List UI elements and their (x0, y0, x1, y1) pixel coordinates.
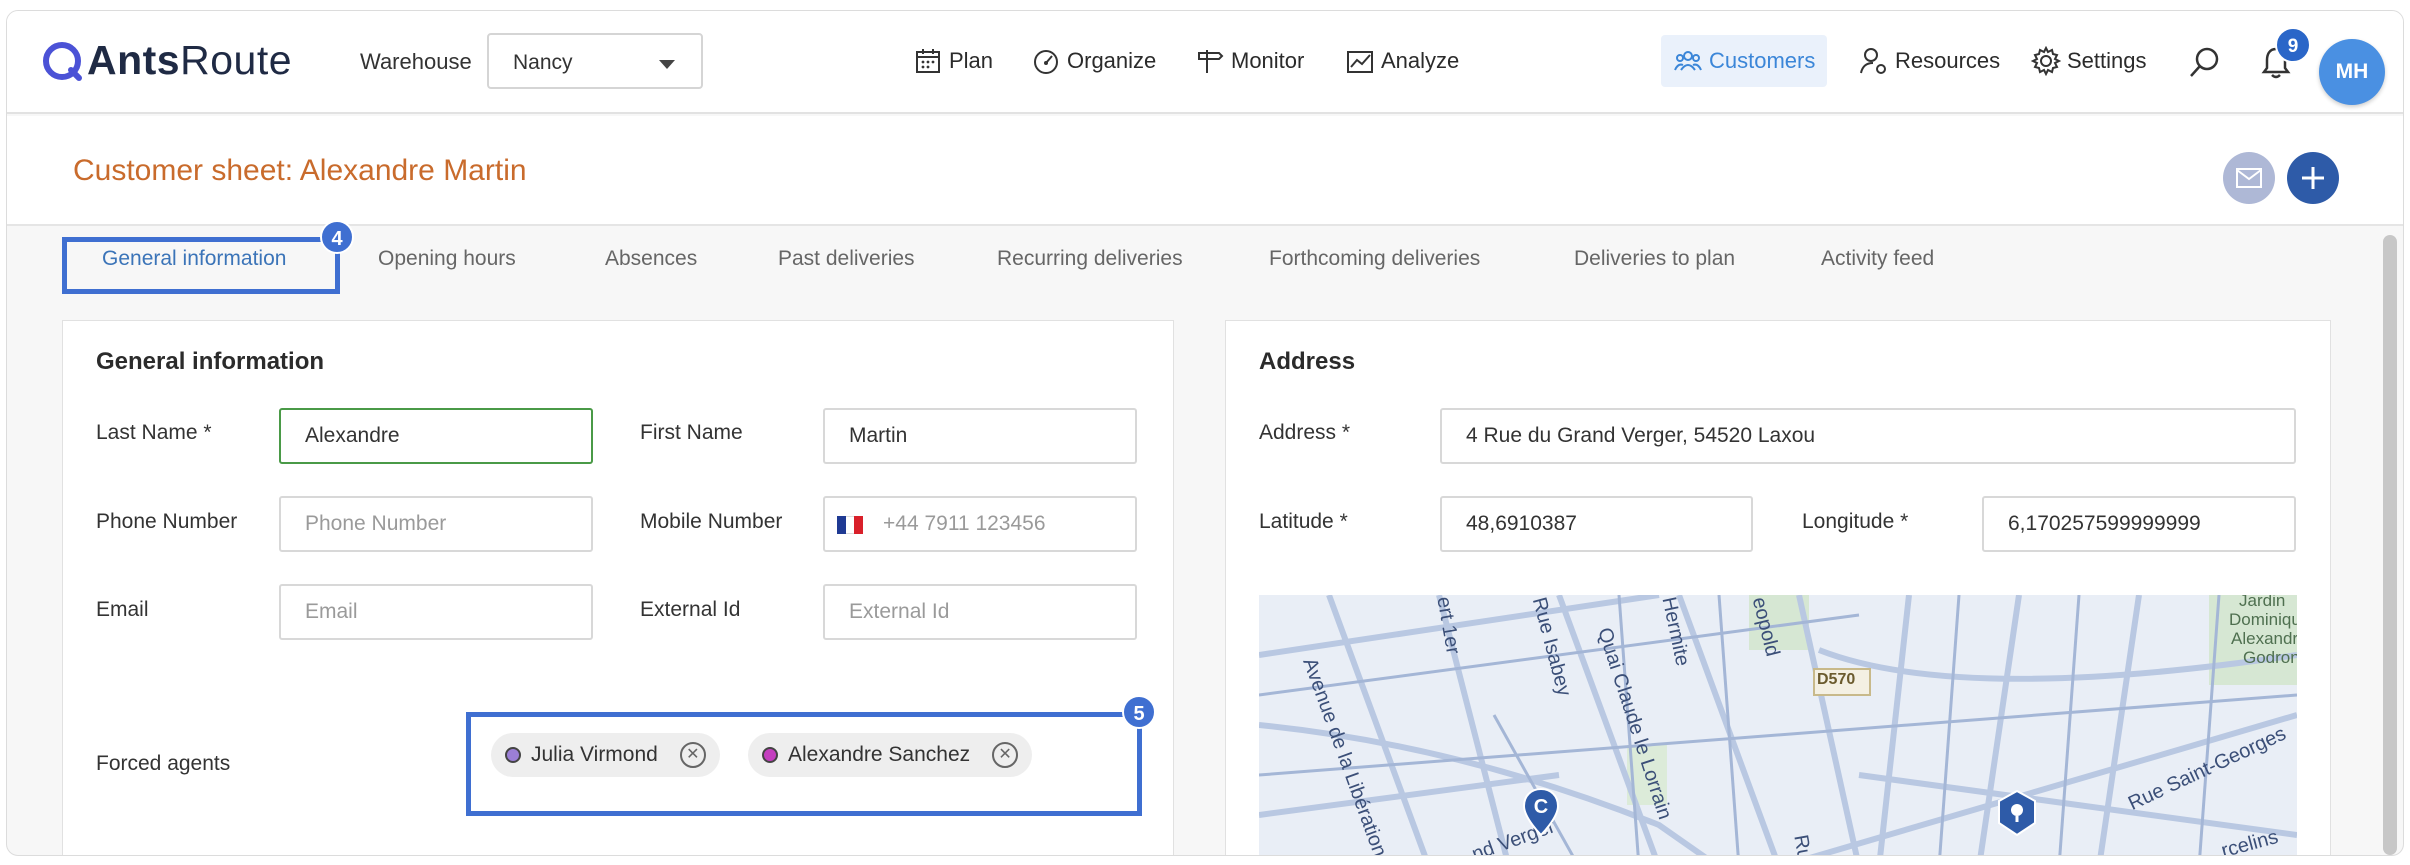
nav-organize-label: Organize (1067, 48, 1157, 73)
mobile-number-label: Mobile Number (640, 510, 783, 533)
user-gear-icon (1860, 48, 1886, 74)
add-button[interactable] (2287, 152, 2339, 204)
map-label: Godron (2243, 648, 2297, 667)
address-title: Address (1259, 348, 1356, 375)
nav-plan[interactable]: Plan (913, 41, 993, 81)
last-name-label: Last Name * (96, 421, 212, 444)
warehouse-value: Nancy (513, 51, 573, 74)
tab-highlight-box (62, 237, 340, 294)
france-flag-icon (837, 516, 864, 534)
app-window: AntsRoute Warehouse Nancy Plan Organize … (6, 10, 2404, 856)
general-information-title: General information (96, 348, 325, 375)
phone-number-field[interactable]: Phone Number (279, 496, 593, 552)
nav-analyze[interactable]: Analyze (1345, 41, 1459, 81)
top-navbar: AntsRoute Warehouse Nancy Plan Organize … (7, 11, 2403, 114)
agents-step-badge: 5 (1122, 695, 1156, 729)
tab-past-deliveries[interactable]: Past deliveries (778, 247, 915, 271)
longitude-label: Longitude * (1802, 510, 1909, 533)
map-label: Jardin (2239, 595, 2286, 610)
first-name-label: First Name (640, 421, 743, 444)
tab-step-badge: 4 (320, 220, 354, 254)
address-map[interactable]: Avenue de la Libération ert 1er Rue Isab… (1259, 595, 2297, 855)
nav-analyze-label: Analyze (1381, 48, 1460, 73)
nav-organize[interactable]: Organize (1031, 41, 1156, 81)
tab-forthcoming-deliveries[interactable]: Forthcoming deliveries (1269, 247, 1480, 271)
logo-text: AntsRoute (87, 37, 293, 83)
nav-plan-label: Plan (949, 48, 994, 73)
calendar-icon (916, 49, 940, 73)
nav-customers-label: Customers (1709, 48, 1816, 73)
warehouse-label: Warehouse (360, 49, 472, 74)
signpost-icon (1198, 50, 1224, 73)
first-name-field[interactable]: Martin (823, 408, 1137, 464)
nav-resources[interactable]: Resources (1859, 41, 2000, 81)
location-marker-icon[interactable] (1995, 789, 2039, 839)
last-name-field[interactable]: Alexandre (279, 408, 593, 464)
external-id-field[interactable]: External Id (823, 584, 1137, 640)
mobile-number-placeholder: +44 7911 123456 (883, 512, 1046, 535)
page-scrollbar[interactable] (2383, 235, 2397, 855)
plus-icon (2302, 167, 2324, 189)
chart-line-icon (1347, 51, 1373, 73)
latitude-label: Latitude * (1259, 510, 1348, 533)
email-label: Email (96, 598, 149, 621)
nav-settings[interactable]: Settings (2031, 41, 2147, 81)
address-label: Address * (1259, 421, 1351, 444)
nav-monitor[interactable]: Monitor (1195, 41, 1304, 81)
tab-activity-feed[interactable]: Activity feed (1821, 247, 1934, 271)
search-icon[interactable] (2187, 45, 2223, 81)
map-label: Alexandre (2231, 629, 2297, 648)
nav-monitor-label: Monitor (1231, 48, 1305, 73)
users-icon (1674, 51, 1702, 71)
address-field[interactable]: 4 Rue du Grand Verger, 54520 Laxou (1440, 408, 2296, 464)
email-field[interactable]: Email (279, 584, 593, 640)
tab-deliveries-to-plan[interactable]: Deliveries to plan (1574, 247, 1735, 271)
marker-letter: C (1533, 796, 1549, 818)
tab-opening-hours[interactable]: Opening hours (378, 247, 516, 271)
email-button[interactable] (2223, 152, 2275, 204)
latitude-field[interactable]: 48,6910387 (1440, 496, 1753, 552)
mobile-number-field[interactable]: +44 7911 123456 (823, 496, 1137, 552)
nav-settings-label: Settings (2067, 48, 2147, 73)
antsroute-logo[interactable]: AntsRoute (41, 37, 292, 84)
gear-icon (2031, 46, 2061, 76)
external-id-label: External Id (640, 598, 741, 621)
forced-agents-highlight-box[interactable] (466, 712, 1142, 816)
gauge-icon (1034, 50, 1058, 74)
nav-customers[interactable]: Customers (1661, 35, 1828, 87)
envelope-icon (2236, 168, 2262, 188)
logo-mark-icon (43, 41, 82, 81)
user-avatar[interactable]: MH (2319, 39, 2385, 105)
warehouse-select[interactable]: Nancy (487, 33, 703, 89)
page-header: Customer sheet: Alexandre Martin (7, 116, 2403, 226)
forced-agents-label: Forced agents (96, 752, 231, 775)
map-label: Dominique (2229, 610, 2297, 629)
nav-resources-label: Resources (1895, 48, 2001, 73)
longitude-field[interactable]: 6,170257599999999 (1982, 496, 2296, 552)
page-title: Customer sheet: Alexandre Martin (73, 154, 527, 187)
map-road-badge: D570 (1817, 671, 1856, 688)
customer-map-marker[interactable]: C (1521, 787, 1561, 837)
tab-absences[interactable]: Absences (605, 247, 697, 271)
tab-recurring-deliveries[interactable]: Recurring deliveries (997, 247, 1183, 271)
phone-number-label: Phone Number (96, 510, 238, 533)
notification-count-badge: 9 (2275, 27, 2311, 63)
chevron-down-icon (659, 60, 675, 69)
